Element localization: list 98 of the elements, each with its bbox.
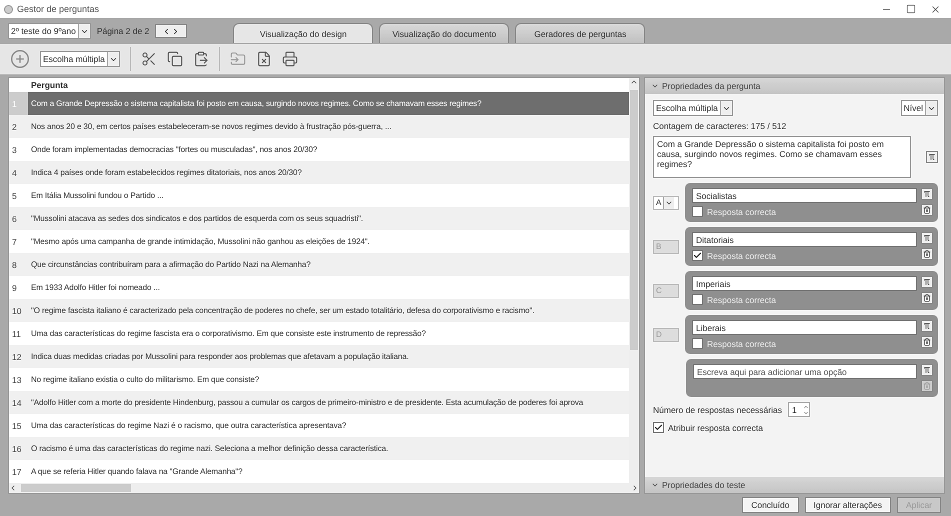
checkbox-label: Atribuir resposta correcta	[668, 422, 763, 432]
checkbox-label: Resposta correcta	[707, 206, 776, 216]
paste-icon[interactable]	[192, 51, 209, 67]
question-cell-text: Nos anos 20 e 30, em certos países estabeleceram-se novos regimes devido à frustração pós-guerra, ...	[30, 122, 392, 131]
correct-answer-checkbox[interactable]	[692, 338, 703, 349]
new-option-field[interactable]: Escreva aqui para adicionar uma opção	[693, 364, 917, 379]
scroll-up-icon[interactable]	[630, 78, 638, 86]
option-letter[interactable]: A	[653, 196, 679, 210]
window-title: Gestor de perguntas	[17, 4, 100, 14]
row-number: 12	[11, 350, 22, 364]
row-number: 5	[11, 190, 18, 202]
question-type-select[interactable]: Escolha múltipla	[653, 100, 733, 116]
view-tab[interactable]: Geradores de perguntas	[515, 23, 646, 43]
table-row[interactable]: 12 Indica duas medidas criadas por Mussolini para responder aos problemas que afetavam a população italiana.	[9, 345, 629, 368]
question-cell-text: No regime italiano existia o culto do militarismo. Em que consiste?	[30, 375, 260, 384]
type-select[interactable]: Escolha múltipla	[40, 51, 120, 67]
row-number: 13	[11, 374, 22, 386]
row-number: 11	[11, 328, 22, 340]
option-letter: C	[653, 284, 679, 298]
question-cell-text: Em Itália Mussolini fundou o Partido ...	[30, 191, 164, 200]
option-field[interactable]: Liberais	[692, 320, 917, 335]
question-cell-text: Que circunstâncias contribuíram para a afirmação do Partido Nazi na Alemanha?	[30, 260, 311, 269]
level-select[interactable]: Nível	[900, 100, 938, 116]
question-cell-text: Onde foram implementadas democracias "fortes ou musculadas", nos anos 20/30?	[30, 145, 318, 154]
close-icon[interactable]	[930, 4, 941, 14]
checkbox-label: Resposta correcta	[707, 294, 776, 304]
section-header[interactable]: Propriedades do teste	[645, 477, 944, 493]
printer-icon[interactable]	[282, 51, 298, 67]
question-cell-text: Em 1933 Adolfo Hitler foi nomeado ...	[30, 283, 160, 292]
row-number: 9	[11, 282, 18, 294]
table-row[interactable]: 8 Que circunstâncias contribuíram para a afirmação do Partido Nazi na Alemanha?	[9, 253, 629, 276]
horizontal-scrollbar[interactable]	[9, 483, 639, 493]
test-select[interactable]: 2º teste do 9ºano	[8, 23, 91, 39]
table-row[interactable]: 16 O racismo é uma das características do regime nazi. Seleciona a melhor definição dessa característica.	[9, 437, 629, 460]
table-row[interactable]: 6 "Mussolini atacava as sedes dos sindicatos e dos partidos de esquerda com os seus squadristi".	[9, 207, 629, 230]
correct-answer-checkbox[interactable]	[692, 206, 703, 217]
question-cell-text: Indica duas medidas criadas por Mussolini para responder aos problemas que afetavam a população italiana.	[30, 352, 409, 361]
row-number: 14	[11, 396, 22, 410]
question-cell-text: A que se referia Hitler quando falava na "Grande Alemanha"?	[30, 467, 242, 476]
checkbox-label: Resposta correcta	[707, 338, 776, 348]
correct-answer-checkbox[interactable]	[692, 294, 703, 305]
copy-icon[interactable]	[166, 51, 183, 67]
maximize-icon[interactable]	[906, 4, 916, 14]
row-number: 6	[11, 212, 18, 226]
question-cell-text: "O regime fascista italiano é caracterizado pela concentração de poderes no chefe, ser um estado totalitário, defesa do corporativismo e racismo".	[30, 306, 534, 315]
scroll-right-icon[interactable]	[631, 484, 639, 492]
assign-correct-checkbox[interactable]	[653, 422, 664, 433]
row-number: 17	[11, 466, 22, 478]
option-letter: D	[653, 328, 679, 342]
question-text-field[interactable]: Com a Grande Depressão o sistema capitalista foi posto em causa, surgindo novos regimes. Como se chamavam esses regimes?	[653, 136, 911, 178]
option-field[interactable]: Imperiais	[692, 276, 917, 291]
view-tab[interactable]: Visualização do documento	[379, 23, 510, 43]
question-cell-text: Uma das características do regime fascista era o corporativismo. Em que consiste este instrumento de repressão?	[30, 329, 426, 338]
option-field[interactable]: Ditatoriais	[692, 232, 917, 247]
row-number: 7	[11, 236, 18, 248]
character-count: Contagem de caracteres: 175 / 512	[653, 121, 788, 131]
section-title: Propriedades da pergunta	[662, 81, 760, 91]
row-number: 10	[11, 304, 22, 318]
section-title: Propriedades do teste	[662, 480, 746, 490]
question-cell-text: Com a Grande Depressão o sistema capitalista foi posto em causa, surgindo novos regimes. Como se chamavam esses regimes?	[30, 99, 482, 108]
question-cell-text: "Mussolini atacava as sedes dos sindicatos e dos partidos de esquerda com os seus squadristi".	[30, 214, 364, 223]
row-number: 16	[11, 442, 22, 456]
add-icon[interactable]	[10, 49, 30, 69]
view-tab[interactable]: Visualização do design	[233, 23, 374, 43]
question-cell-text: O racismo é uma das características do regime nazi. Seleciona a melhor definição dessa característica.	[30, 444, 388, 453]
scroll-left-icon[interactable]	[9, 484, 17, 492]
dialog-button[interactable]: Concluído	[742, 497, 798, 513]
table-row[interactable]: 4 Indica 4 países onde foram estabelecidos regimes ditatoriais, nos anos 20/30?	[9, 161, 629, 184]
option-letter: B	[653, 240, 679, 254]
row-number: 15	[11, 420, 22, 432]
column-header: Pergunta	[30, 79, 69, 92]
question-cell-text: Uma das características do regime Nazi é o racismo, que outra característica apresentava?	[30, 421, 346, 430]
scissors-icon[interactable]	[140, 51, 157, 67]
spin-up-icon[interactable]	[802, 404, 809, 410]
question-cell-text: "Mesmo após uma campanha de grande intimidação, Mussolini não ganhou as eleições de 1924".	[30, 237, 370, 246]
spin-down-icon[interactable]	[802, 410, 809, 416]
row-number: 4	[11, 166, 18, 180]
dialog-button[interactable]: Ignorar alterações	[804, 497, 892, 513]
question-cell-text: "Adolfo Hitler com a morte do presidente Hindenburg, passou a cumular os cargos de primeiro-ministro e de presidente. Esta acumulação de poderes foi aprova	[30, 398, 584, 407]
document-delete-icon[interactable]	[256, 51, 272, 67]
vertical-scrollbar[interactable]	[629, 78, 639, 483]
correct-answer-checkbox[interactable]	[692, 250, 703, 261]
row-number: 3	[11, 144, 18, 156]
section-header[interactable]: Propriedades da pergunta	[645, 78, 944, 94]
collapse-icon[interactable]	[651, 481, 659, 489]
checkbox-label: Resposta correcta	[707, 250, 776, 260]
row-number: 8	[11, 258, 18, 272]
collapse-icon[interactable]	[651, 82, 659, 90]
page-label: Página 2 de 2	[96, 26, 150, 36]
table-row[interactable]: 14 "Adolfo Hitler com a morte do presidente Hindenburg, passou a cumular os cargos de primeiro-ministro e de presidente. Esta acumulação de poderes foi aprova	[9, 391, 629, 414]
required-answers-spinner[interactable]: 1	[788, 402, 810, 417]
option-field[interactable]: Socialistas	[692, 188, 917, 203]
table-row[interactable]: 10 "O regime fascista italiano é caracterizado pela concentração de poderes no chefe, ser um estado totalitário, defesa do corporativismo e racismo".	[9, 299, 629, 322]
row-number: 2	[11, 120, 18, 134]
required-answers-label: Número de respostas necessárias	[653, 404, 782, 414]
table-row[interactable]: 2 Nos anos 20 e 30, em certos países estabeleceram-se novos regimes devido à frustração pós-guerra, ...	[9, 115, 629, 138]
question-cell-text: Indica 4 países onde foram estabelecidos regimes ditatoriais, nos anos 20/30?	[30, 168, 302, 177]
app-icon	[4, 4, 13, 14]
